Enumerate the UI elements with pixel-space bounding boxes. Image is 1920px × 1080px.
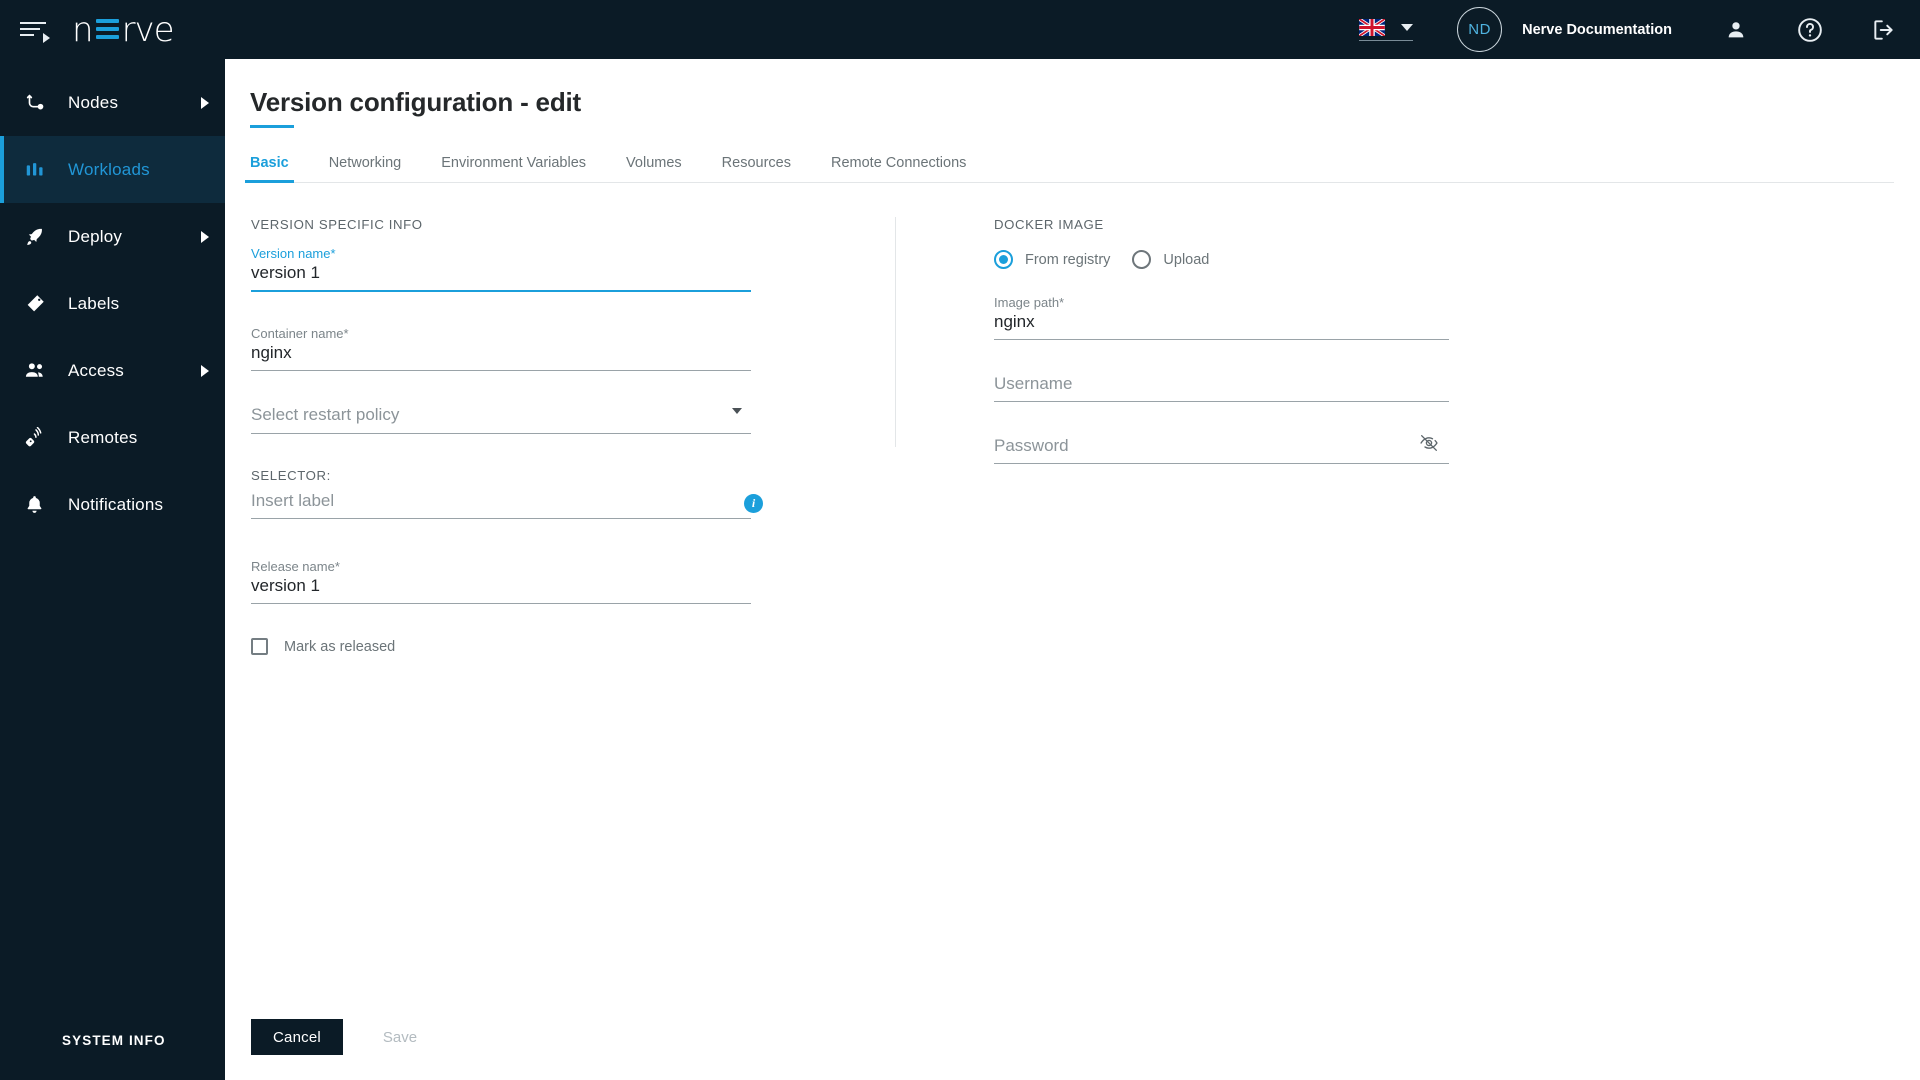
person-icon[interactable] — [1722, 16, 1750, 44]
hamburger-menu-button[interactable] — [20, 18, 50, 43]
version-specific-info-section: VERSION SPECIFIC INFO Version name* vers… — [225, 217, 865, 1080]
image-path-label: Image path* — [994, 295, 1065, 310]
system-info-link[interactable]: SYSTEM INFO — [0, 1033, 225, 1080]
tab-networking[interactable]: Networking — [329, 155, 402, 182]
tab-bar: Basic Networking Environment Variables V… — [245, 155, 1894, 183]
tab-resources[interactable]: Resources — [722, 155, 791, 182]
sidebar-item-remotes[interactable]: Remotes — [0, 404, 225, 471]
sidebar-item-label: Notifications — [68, 494, 164, 514]
radio-selected-icon — [994, 250, 1013, 269]
remotes-icon — [24, 426, 58, 449]
version-name-field[interactable]: Version name* version 1 — [251, 246, 751, 292]
password-input[interactable]: Password — [994, 436, 1449, 464]
radio-upload-label: Upload — [1163, 251, 1210, 268]
password-field[interactable]: Password — [994, 433, 1449, 464]
chevron-down-icon — [1401, 23, 1414, 31]
body: Nodes Workloads Deploy Labels Access Rem… — [0, 59, 1920, 1080]
sidebar-item-workloads[interactable]: Workloads — [0, 136, 225, 203]
bell-icon — [24, 494, 58, 515]
main-content: Version configuration - edit Basic Netwo… — [225, 59, 1920, 1080]
sidebar-item-label: Access — [68, 360, 124, 380]
save-button[interactable]: Save — [361, 1019, 439, 1055]
restart-policy-placeholder: Select restart policy — [251, 405, 400, 424]
logo-prefix: n — [72, 9, 94, 50]
release-name-field[interactable]: Release name* version 1 — [251, 559, 751, 604]
labels-tag-icon — [24, 293, 58, 315]
page-title: Version configuration - edit — [250, 87, 581, 117]
username-field[interactable]: Username — [994, 374, 1449, 402]
radio-upload[interactable]: Upload — [1132, 250, 1209, 269]
top-bar: n rve ND Nerve Documentation — [0, 0, 1920, 59]
radio-from-registry-label: From registry — [1025, 251, 1111, 268]
eye-off-icon[interactable] — [1419, 433, 1439, 458]
sidebar-item-access[interactable]: Access — [0, 337, 225, 404]
workloads-icon — [24, 159, 58, 181]
section-title-version-specific: VERSION SPECIFIC INFO — [251, 217, 423, 232]
logo-e-bars-icon — [95, 18, 119, 41]
checkbox-box-icon — [251, 638, 268, 655]
user-name[interactable]: Nerve Documentation — [1522, 22, 1672, 38]
chevron-down-icon — [732, 408, 742, 414]
logo-suffix: rve — [121, 9, 175, 50]
version-name-label: Version name* — [251, 246, 336, 261]
section-title-docker-image: DOCKER IMAGE — [994, 217, 1104, 232]
username-input[interactable]: Username — [994, 374, 1449, 402]
sidebar-item-nodes[interactable]: Nodes — [0, 69, 225, 136]
tab-remote-connections[interactable]: Remote Connections — [831, 155, 966, 182]
release-name-input[interactable]: version 1 — [251, 576, 751, 604]
deploy-rocket-icon — [24, 226, 58, 248]
app-root: n rve ND Nerve Documentation Nodes Workl… — [0, 0, 1920, 1080]
container-name-field[interactable]: Container name* nginx — [251, 326, 751, 371]
sidebar-item-label: Deploy — [68, 226, 123, 246]
chevron-right-icon — [201, 96, 209, 109]
tab-volumes[interactable]: Volumes — [626, 155, 682, 182]
container-name-label: Container name* — [251, 326, 349, 341]
sidebar: Nodes Workloads Deploy Labels Access Rem… — [0, 59, 225, 1080]
radio-unselected-icon — [1132, 250, 1152, 269]
title-underline — [250, 125, 294, 128]
selector-field[interactable]: Insert label i — [251, 491, 763, 519]
nerve-logo[interactable]: n rve — [72, 9, 175, 50]
sidebar-nav: Nodes Workloads Deploy Labels Access Rem… — [0, 59, 225, 538]
chevron-right-icon — [201, 230, 209, 243]
tab-environment-variables[interactable]: Environment Variables — [441, 155, 586, 182]
restart-policy-select[interactable]: Select restart policy — [251, 405, 751, 434]
sidebar-item-deploy[interactable]: Deploy — [0, 203, 225, 270]
logout-icon[interactable] — [1870, 16, 1898, 44]
access-users-icon — [24, 359, 58, 382]
version-name-input[interactable]: version 1 — [251, 263, 751, 292]
sidebar-item-label: Nodes — [68, 92, 119, 112]
sidebar-item-label: Remotes — [68, 427, 138, 447]
sidebar-item-labels[interactable]: Labels — [0, 270, 225, 337]
form-actions: Cancel Save — [251, 1019, 439, 1055]
image-path-field[interactable]: Image path* nginx — [994, 295, 1449, 340]
avatar[interactable]: ND — [1457, 7, 1503, 52]
info-icon[interactable]: i — [744, 494, 763, 513]
release-name-label: Release name* — [251, 559, 340, 574]
mark-as-released-label: Mark as released — [284, 638, 396, 655]
radio-from-registry[interactable]: From registry — [994, 250, 1110, 269]
selector-input[interactable]: Insert label — [251, 491, 751, 519]
help-icon[interactable] — [1796, 16, 1824, 44]
sidebar-item-label: Workloads — [68, 159, 150, 179]
uk-flag-icon — [1359, 18, 1386, 36]
container-name-input[interactable]: nginx — [251, 343, 751, 371]
tab-basic[interactable]: Basic — [245, 155, 294, 183]
sidebar-item-notifications[interactable]: Notifications — [0, 471, 225, 538]
image-source-radio-group: From registry Upload — [994, 250, 1449, 269]
form-content: VERSION SPECIFIC INFO Version name* vers… — [225, 183, 1920, 1080]
sidebar-item-label: Labels — [68, 293, 120, 313]
cancel-button[interactable]: Cancel — [251, 1019, 343, 1055]
mark-as-released-checkbox[interactable]: Mark as released — [251, 638, 865, 655]
hamburger-arrow-icon — [43, 32, 50, 43]
docker-image-section: DOCKER IMAGE From registry Upload Image … — [896, 217, 1449, 1080]
chevron-right-icon — [201, 364, 209, 377]
avatar-initials: ND — [1468, 21, 1491, 38]
page-header: Version configuration - edit — [225, 59, 1920, 128]
selector-title: SELECTOR: — [251, 468, 331, 483]
language-selector[interactable] — [1359, 18, 1414, 41]
image-path-input[interactable]: nginx — [994, 312, 1449, 340]
nodes-icon — [24, 92, 58, 114]
